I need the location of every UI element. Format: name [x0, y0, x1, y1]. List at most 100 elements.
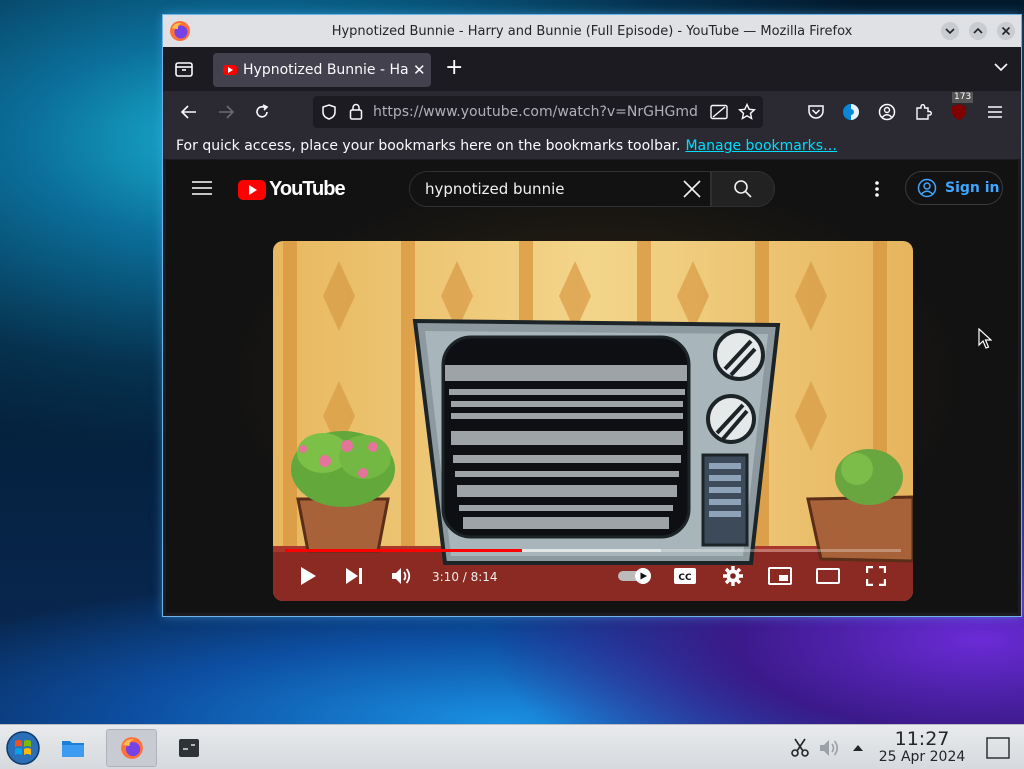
- sign-in-label: Sign in: [945, 180, 1000, 196]
- tab-title: Hypnotized Bunnie - Harry and Bunnie (Fu…: [243, 62, 409, 78]
- youtube-wordmark: YouTube: [269, 178, 346, 200]
- picture-in-picture-blocked-icon[interactable]: [710, 104, 728, 120]
- account-circle-icon: [878, 103, 896, 121]
- clear-search-icon[interactable]: [682, 179, 702, 199]
- taskbar: 11:27 25 Apr 2024: [0, 724, 1024, 769]
- caret-up-icon: [853, 745, 863, 751]
- miniplayer-icon: [768, 567, 792, 585]
- clock[interactable]: 11:27 25 Apr 2024: [872, 729, 972, 766]
- pocket-button[interactable]: [805, 101, 827, 123]
- maximize-button[interactable]: [969, 22, 987, 40]
- ublock-shield-icon: [952, 104, 966, 120]
- fullscreen-button[interactable]: [866, 563, 886, 589]
- back-button[interactable]: [178, 101, 200, 123]
- firefox-logo-icon: [170, 21, 190, 41]
- video-player[interactable]: 3:10 / 8:14 CC: [273, 241, 913, 601]
- clock-date: 25 Apr 2024: [878, 749, 966, 765]
- person-circle-icon: [917, 178, 937, 198]
- scissors-icon: [791, 738, 809, 757]
- arrow-right-icon: [219, 105, 235, 119]
- chevron-up-icon: [973, 27, 983, 34]
- ublock-extension-button[interactable]: 173: [948, 92, 974, 123]
- navigation-toolbar: https://www.youtube.com/watch?v=NrGHGmd …: [163, 91, 1021, 133]
- window-title: Hypnotized Bunnie - Harry and Bunnie (Fu…: [331, 23, 853, 39]
- tab-bar: Hypnotized Bunnie - Harry and Bunnie (Fu…: [163, 47, 1021, 91]
- start-orb-icon: [6, 731, 40, 765]
- closed-captions-icon: CC: [674, 568, 696, 584]
- reload-button[interactable]: [251, 101, 273, 123]
- list-all-tabs-icon[interactable]: [993, 59, 1009, 75]
- play-button[interactable]: [299, 563, 317, 589]
- player-controls: 3:10 / 8:14 CC: [273, 541, 913, 601]
- theater-mode-icon: [816, 568, 840, 584]
- close-icon: [1001, 26, 1011, 36]
- file-manager-taskbar-button[interactable]: [50, 729, 96, 767]
- terminal-taskbar-button[interactable]: [166, 729, 212, 767]
- settings-button[interactable]: [722, 563, 744, 589]
- close-window-button[interactable]: [997, 22, 1015, 40]
- pocket-icon: [808, 105, 824, 119]
- folder-icon: [62, 741, 84, 757]
- show-desktop-button[interactable]: [976, 729, 1020, 767]
- next-button[interactable]: [345, 563, 363, 589]
- skip-next-icon: [346, 568, 362, 584]
- circle-half-icon: [843, 104, 859, 120]
- autoplay-toggle[interactable]: [617, 563, 653, 589]
- ublock-badge: 173: [952, 92, 974, 103]
- time-display: 3:10 / 8:14: [432, 570, 498, 584]
- bookmarks-hint-text: For quick access, place your bookmarks h…: [176, 138, 681, 154]
- bookmark-star-icon[interactable]: [738, 103, 756, 121]
- more-options-icon[interactable]: [874, 180, 880, 198]
- app-menu-button[interactable]: [984, 101, 1006, 123]
- bookmarks-toolbar: For quick access, place your bookmarks h…: [163, 133, 1021, 159]
- puzzle-piece-icon: [916, 104, 932, 120]
- mouse-cursor-icon: [978, 328, 992, 349]
- miniplayer-button[interactable]: [768, 563, 792, 589]
- theater-mode-button[interactable]: [816, 563, 840, 589]
- progress-played: [285, 549, 523, 552]
- clock-time: 11:27: [894, 728, 950, 750]
- volume-icon: [392, 568, 411, 584]
- page-content: YouTube hypnotized bunnie Sign in 3:10 /…: [166, 160, 1018, 613]
- reload-icon: [256, 104, 269, 118]
- tracking-shield-icon[interactable]: [321, 104, 337, 120]
- youtube-favicon-icon: [223, 65, 237, 75]
- guide-menu-icon[interactable]: [192, 181, 212, 195]
- subtitles-button[interactable]: CC: [673, 563, 697, 589]
- youtube-logo[interactable]: YouTube: [238, 178, 346, 201]
- terminal-icon: [179, 739, 199, 757]
- firefox-window: Hypnotized Bunnie - Harry and Bunnie (Fu…: [163, 15, 1021, 616]
- search-query[interactable]: hypnotized bunnie: [425, 180, 682, 198]
- firefox-taskbar-button[interactable]: [106, 729, 157, 767]
- arrow-left-icon: [180, 105, 196, 119]
- fullscreen-icon: [866, 566, 886, 586]
- extensions-button[interactable]: [912, 101, 934, 123]
- mute-button[interactable]: [391, 563, 413, 589]
- svg-text:CC: CC: [678, 573, 692, 583]
- hamburger-menu-icon: [988, 106, 1002, 118]
- forward-button[interactable]: [215, 101, 237, 123]
- show-desktop-icon: [986, 737, 1010, 759]
- window-titlebar[interactable]: Hypnotized Bunnie - Harry and Bunnie (Fu…: [163, 15, 1021, 47]
- start-menu-button[interactable]: [0, 729, 46, 767]
- new-tab-button[interactable]: +: [445, 57, 463, 79]
- lock-icon[interactable]: [348, 103, 364, 120]
- play-icon: [301, 567, 316, 585]
- minimize-button[interactable]: [941, 22, 959, 40]
- extension-blue-button[interactable]: [840, 101, 862, 123]
- url-text[interactable]: https://www.youtube.com/watch?v=NrGHGmd: [373, 104, 699, 120]
- search-button[interactable]: [711, 171, 775, 207]
- tab-close-button[interactable]: ✕: [413, 61, 426, 79]
- sign-in-button[interactable]: Sign in: [905, 171, 1003, 205]
- firefox-icon: [120, 737, 143, 759]
- url-bar[interactable]: https://www.youtube.com/watch?v=NrGHGmd: [313, 96, 763, 128]
- account-button[interactable]: [876, 101, 898, 123]
- progress-bar[interactable]: [285, 549, 901, 552]
- chevron-down-icon: [945, 28, 955, 35]
- youtube-header: YouTube hypnotized bunnie Sign in: [166, 160, 1018, 216]
- autoplay-toggle-icon: [618, 568, 651, 584]
- firefox-view-icon[interactable]: [173, 59, 195, 79]
- tab-active[interactable]: Hypnotized Bunnie - Harry and Bunnie (Fu…: [213, 53, 431, 87]
- manage-bookmarks-link[interactable]: Manage bookmarks…: [685, 138, 837, 154]
- search-input[interactable]: hypnotized bunnie: [409, 171, 711, 207]
